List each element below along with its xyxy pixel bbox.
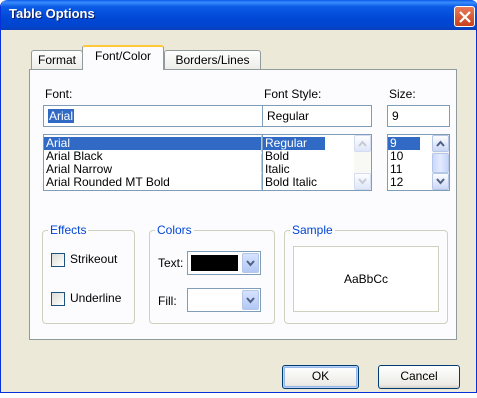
font-input[interactable]: Arial: [43, 105, 279, 127]
scroll-up-icon: [436, 140, 445, 147]
fill-color-label: Fill:: [158, 294, 177, 308]
strikeout-label[interactable]: Strikeout: [70, 252, 117, 266]
colors-title: Colors: [155, 223, 194, 237]
scroll-up-button[interactable]: [432, 135, 449, 152]
font-style-input[interactable]: Regular: [262, 105, 372, 127]
size-input[interactable]: 9: [387, 105, 450, 127]
underline-checkbox[interactable]: [51, 292, 65, 306]
text-color-dropdown[interactable]: [187, 251, 261, 275]
size-label: Size:: [389, 87, 416, 101]
size-scrollbar[interactable]: [432, 135, 449, 190]
scroll-down-icon: [358, 178, 367, 185]
font-label: Font:: [45, 87, 73, 101]
title-bar[interactable]: Table Options: [1, 0, 477, 30]
colors-group: Colors Text: Fill:: [149, 223, 275, 324]
font-style-label: Font Style:: [264, 87, 322, 101]
scroll-down-button[interactable]: [432, 173, 449, 190]
fill-color-swatch: [191, 292, 238, 308]
table-options-dialog: Table Options Format Font/Color Borders/…: [0, 0, 477, 393]
dropdown-button[interactable]: [242, 290, 259, 310]
effects-title: Effects: [48, 223, 89, 237]
underline-label[interactable]: Underline: [70, 291, 121, 305]
strikeout-checkbox[interactable]: [51, 253, 65, 267]
scroll-down-button[interactable]: [354, 173, 371, 190]
cancel-button[interactable]: Cancel: [378, 365, 460, 389]
scroll-down-icon: [436, 178, 445, 185]
font-style-listbox[interactable]: Regular Bold Italic Bold Italic: [262, 134, 372, 191]
window-title: Table Options: [9, 6, 95, 21]
ok-button[interactable]: OK: [282, 365, 359, 389]
effects-group: Effects Strikeout Underline: [42, 223, 135, 324]
sample-text: AaBbCc: [343, 272, 389, 286]
close-button[interactable]: [454, 6, 475, 27]
tab-format[interactable]: Format: [31, 50, 83, 70]
scroll-up-icon: [358, 140, 367, 147]
font-option[interactable]: Arial Rounded MT Bold: [44, 176, 278, 189]
dropdown-button[interactable]: [242, 253, 259, 273]
scroll-up-button[interactable]: [354, 135, 371, 152]
size-listbox[interactable]: 9 10 11 12: [387, 134, 450, 191]
sample-group: Sample AaBbCc: [284, 223, 448, 324]
fill-color-dropdown[interactable]: [187, 288, 261, 312]
text-color-label: Text:: [158, 256, 184, 270]
sample-title: Sample: [290, 223, 335, 237]
dropdown-arrow-icon: [246, 260, 255, 267]
sample-preview: AaBbCc: [293, 246, 439, 312]
font-listbox[interactable]: Arial Arial Black Arial Narrow Arial Rou…: [43, 134, 279, 191]
text-color-swatch: [191, 255, 238, 271]
scroll-thumb[interactable]: [432, 153, 449, 173]
dropdown-arrow-icon: [246, 297, 255, 304]
tab-font-color[interactable]: Font/Color: [82, 45, 164, 70]
font-style-scrollbar[interactable]: [354, 135, 371, 190]
font-input-value: Arial: [48, 109, 75, 123]
tab-panel-font-color: Font: Arial Arial Arial Black Arial Narr…: [29, 69, 457, 340]
close-icon: [459, 11, 471, 23]
tab-borders-lines[interactable]: Borders/Lines: [164, 50, 261, 70]
